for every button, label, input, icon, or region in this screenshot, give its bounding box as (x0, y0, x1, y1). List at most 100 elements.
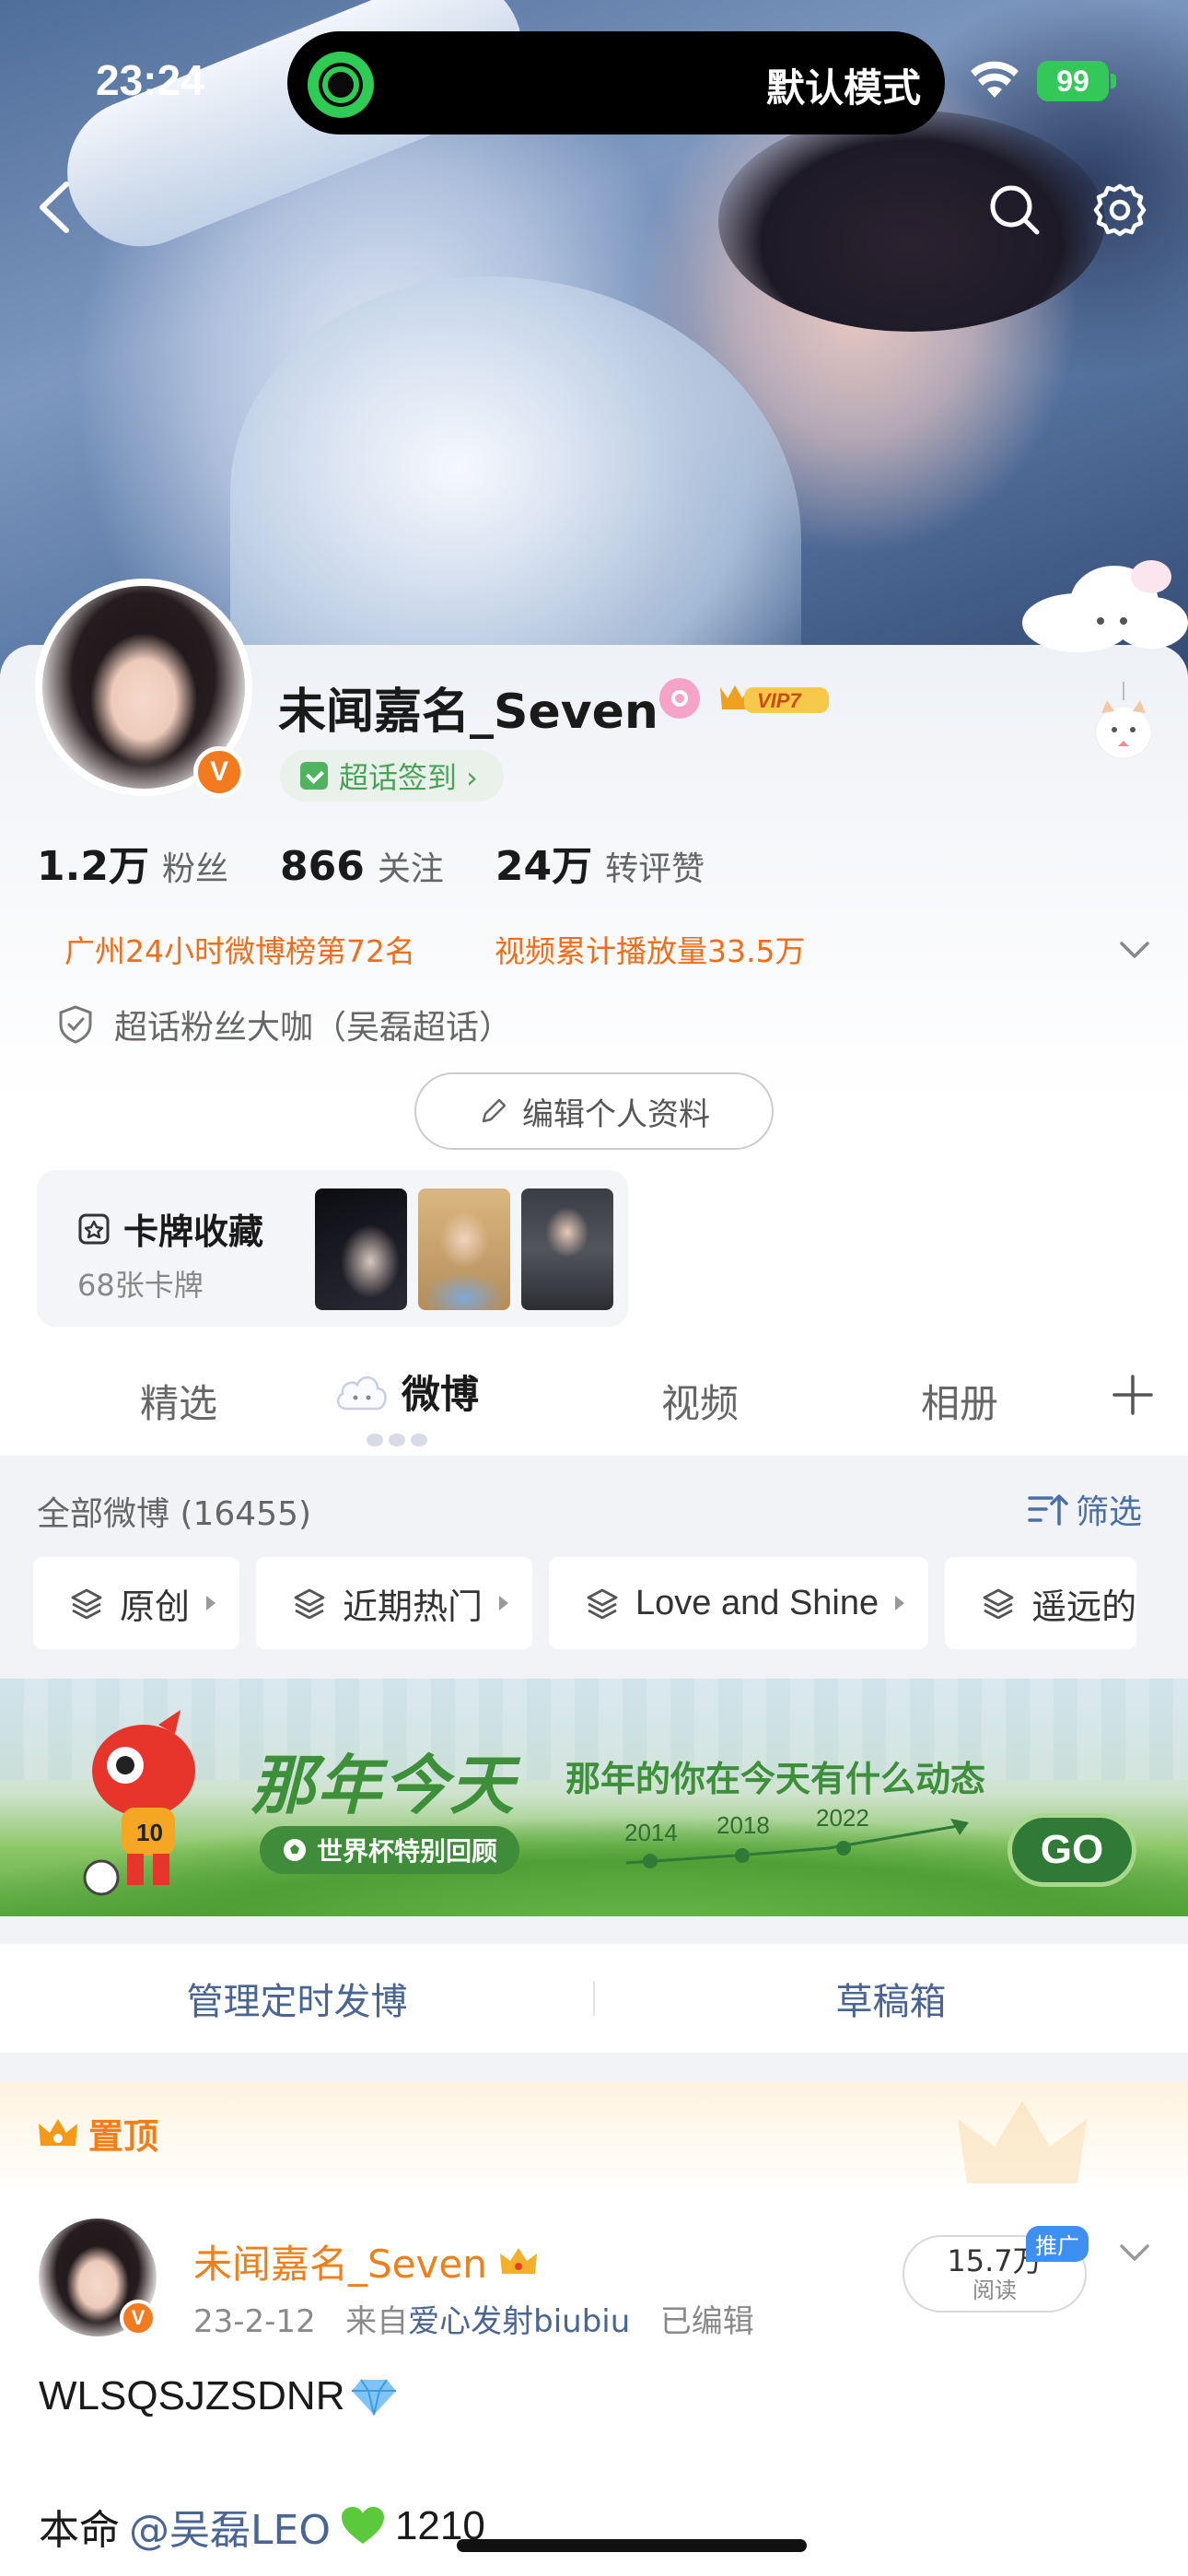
all-posts-count: 全部微博 (16455) (37, 1495, 312, 1533)
add-tab-icon[interactable] (1111, 1373, 1155, 1417)
profile-tabs: 精选 微博 视频 相册 (0, 1345, 1188, 1456)
chip-label: Love and Shine (635, 1583, 879, 1622)
tag-ranking[interactable]: 广州24小时微博榜第72名 (64, 927, 415, 971)
tab-albums[interactable]: 相册 (921, 1373, 998, 1429)
stat-label: 粉丝 (161, 850, 228, 888)
vip-badge-icon[interactable]: VIP7 (716, 678, 834, 719)
card-icon (78, 1213, 110, 1244)
play-arrow-icon (206, 1596, 216, 1610)
year-label: 2014 (624, 1819, 678, 1846)
on-this-day-banner[interactable]: 10 那年今天 那年的你在今天有什么动态 世界杯特别回顾 2014 2018 2… (0, 1679, 1188, 1916)
crown-icon (39, 2118, 77, 2146)
profile-username: 未闻嘉名_Seven (278, 685, 658, 740)
tab-weibo[interactable]: 微博 (333, 1364, 479, 1420)
gold-crown-icon (499, 2247, 537, 2274)
post-source-link[interactable]: 爱心发射biubiu (408, 2303, 630, 2340)
super-topic-badge-icon[interactable] (659, 678, 700, 719)
calendar-check-icon (300, 762, 328, 790)
weibo-mascot-icon: 10 (83, 1710, 195, 1896)
card-collection-title: 卡牌收藏 (76, 1203, 263, 1254)
layers-icon (71, 1588, 102, 1619)
crown-decoration-icon (958, 2101, 1087, 2184)
profile-stats: 1.2万 粉丝 866 关注 24万 转评赞 (37, 833, 756, 892)
banner-title: 那年今天 (250, 1748, 516, 1823)
banner-go-button[interactable]: GO (1007, 1813, 1136, 1887)
chip-recent-hot[interactable]: 近期热门 (256, 1557, 533, 1649)
manage-row: 管理定时发博 草稿箱 (0, 1944, 1188, 2053)
promote-tag[interactable]: 推广 (1026, 2226, 1089, 2262)
diamond-icon (352, 2379, 397, 2416)
cover-photo-hair (718, 111, 1105, 332)
post-author-name: 未闻嘉名_Seven (193, 2242, 487, 2287)
green-heart-icon (341, 2507, 384, 2544)
settings-icon[interactable] (1090, 181, 1149, 240)
post-meta: 23-2-12 来自爱心发射biubiu 已编辑 (193, 2296, 754, 2341)
stat-value: 866 (279, 843, 365, 890)
chip-label: 原创 (120, 1586, 191, 1627)
stat-label: 关注 (377, 850, 444, 888)
post-author-row[interactable]: 未闻嘉名_Seven (193, 2233, 539, 2289)
post-source-prefix: 来自 (345, 2303, 409, 2340)
post-text-line-2: 本命 @吴磊LEO 1210 (39, 2497, 485, 2556)
tag-video-plays[interactable]: 视频累计播放量33.5万 (495, 927, 805, 971)
checkin-label: 超话签到 › (339, 760, 478, 795)
post-category-chips: 原创 近期热门 Love and Shine 遥远的 (33, 1557, 1137, 1649)
post-edited-label: 已编辑 (659, 2303, 754, 2340)
card-collection-widget[interactable]: 卡牌收藏 68张卡牌 (37, 1170, 628, 1327)
chevron-down-icon[interactable] (1116, 931, 1153, 967)
world-cup-recap-pill: 世界杯特别回顾 (260, 1826, 520, 1874)
stat-label: 转评赞 (605, 850, 705, 888)
edit-profile-label: 编辑个人资料 (522, 1095, 710, 1133)
cloud-sticker-icon (1022, 560, 1188, 652)
filter-label: 筛选 (1076, 1493, 1143, 1531)
stat-value: 1.2万 (37, 843, 149, 890)
layers-icon (983, 1588, 1014, 1619)
soccer-ball-icon (284, 1839, 306, 1861)
card-thumbnail[interactable] (315, 1188, 407, 1310)
wifi-icon (971, 61, 1019, 98)
card-thumbnail[interactable] (418, 1188, 510, 1310)
mascot-jersey-number: 10 (136, 1819, 163, 1846)
vip-label: VIP7 (757, 689, 802, 712)
drafts-button[interactable]: 草稿箱 (594, 1944, 1188, 2053)
cat-sticker-icon (1095, 682, 1152, 759)
stat-followers[interactable]: 1.2万 粉丝 (37, 833, 228, 892)
year-label: 2022 (816, 1804, 869, 1832)
read-count-label: 阅读 (973, 2277, 1017, 2303)
stat-following[interactable]: 866 关注 (280, 842, 444, 890)
verified-v-badge-icon: V (193, 746, 245, 798)
chip-love-and-shine[interactable]: Love and Shine (549, 1557, 929, 1649)
post-date: 23-2-12 (193, 2303, 316, 2340)
fan-title-row[interactable]: 超话粉丝大咖（吴磊超话） (57, 1001, 512, 1048)
layers-icon (587, 1588, 618, 1619)
stat-interactions[interactable]: 24万 转评赞 (495, 833, 705, 892)
shield-icon (59, 1005, 92, 1044)
manage-scheduled-posts-button[interactable]: 管理定时发博 (0, 1944, 594, 2053)
verified-v-badge-icon: V (120, 2300, 157, 2336)
banner-pill-label: 世界杯特别回顾 (317, 1836, 498, 1867)
chip-distant[interactable]: 遥远的 (945, 1557, 1137, 1649)
year-timeline: 2014 2018 2022 (624, 1804, 969, 1868)
pencil-icon (482, 1098, 507, 1123)
chevron-down-icon[interactable] (1116, 2233, 1153, 2270)
tab-featured[interactable]: 精选 (140, 1373, 217, 1429)
tab-videos[interactable]: 视频 (661, 1373, 739, 1429)
play-arrow-icon (895, 1596, 905, 1610)
battery-icon: 99 (1037, 61, 1109, 101)
card-thumbnail[interactable] (521, 1188, 613, 1310)
chip-original[interactable]: 原创 (33, 1557, 240, 1649)
back-icon[interactable] (28, 175, 83, 240)
edit-profile-button[interactable]: 编辑个人资料 (414, 1072, 774, 1150)
battery-cap (1111, 74, 1116, 88)
tab-active-indicator (367, 1434, 427, 1446)
search-icon[interactable] (985, 181, 1044, 240)
play-arrow-icon (499, 1596, 509, 1610)
filter-button[interactable]: 筛选 (1028, 1485, 1142, 1533)
stat-value: 24万 (495, 843, 593, 890)
year-label: 2018 (716, 1811, 770, 1839)
home-indicator[interactable] (457, 2539, 807, 2552)
super-topic-checkin-button[interactable]: 超话签到 › (280, 750, 504, 802)
post-text-line-1: WLSQSJZSDNR (39, 2373, 398, 2419)
cloud-tab-icon (336, 1376, 387, 1410)
mention-link[interactable]: @吴磊LEO (129, 2497, 331, 2556)
